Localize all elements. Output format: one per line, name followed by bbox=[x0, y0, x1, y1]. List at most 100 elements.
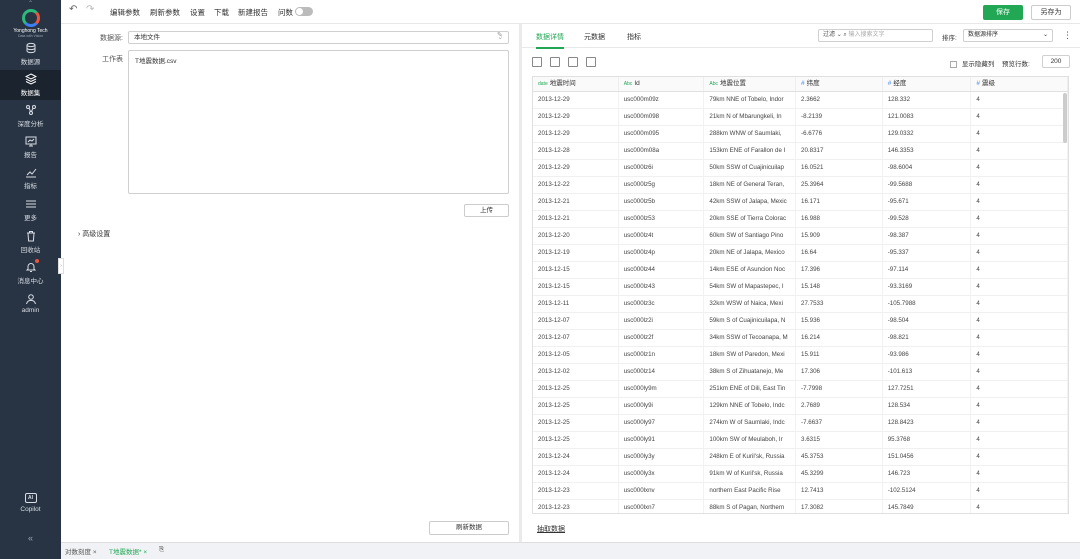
extract-data-link[interactable]: 抽取数据 bbox=[537, 524, 565, 534]
table-row[interactable]: 2013-12-02 usc000lz14 38km S of Zihuatanej… bbox=[533, 364, 1068, 381]
table-row[interactable]: 2013-12-23 usc000lxnv northern East Pacifi… bbox=[533, 483, 1068, 500]
table-row[interactable]: 2013-12-05 usc000lz1n 18km SW of Paredon, … bbox=[533, 347, 1068, 364]
column-header[interactable]: Abc Id bbox=[619, 77, 705, 91]
upload-button[interactable]: 上传 bbox=[464, 204, 509, 217]
close-icon[interactable]: × bbox=[143, 549, 147, 556]
collapse-panel-handle[interactable]: › bbox=[58, 258, 64, 274]
table-cell: 20km NE of Jalapa, Mexico bbox=[704, 245, 797, 261]
table-row[interactable]: 2013-12-21 usc000lz5b 42km SSW of Jalapa, … bbox=[533, 194, 1068, 211]
sidebar-item-datasource[interactable]: 数据源 bbox=[0, 39, 61, 69]
columns-icon[interactable] bbox=[549, 57, 560, 67]
new-report-button[interactable]: 新建报告 bbox=[238, 7, 268, 18]
table-row[interactable]: 2013-12-25 usc000ly97 274km W of Saumlaki,… bbox=[533, 415, 1068, 432]
sidebar-item-report[interactable]: 报告 bbox=[0, 132, 61, 162]
table-cell: 4 bbox=[971, 415, 1068, 431]
table-body: 2013-12-29 usc000m09z 79km NNE of Tobelo, … bbox=[533, 92, 1068, 513]
table-row[interactable]: 2013-12-24 usc000ly3y 248km E of Kuril'sk,… bbox=[533, 449, 1068, 466]
more-options-icon[interactable]: ⋮ bbox=[1063, 30, 1072, 41]
sidebar-item-messages[interactable]: 消息中心 bbox=[0, 258, 61, 288]
bottom-tab-label: 对数刻度 bbox=[65, 549, 91, 556]
filter-search[interactable]: 过滤 ⌄ ⌕ 输入搜索文字 bbox=[818, 29, 933, 42]
edit-params-button[interactable]: 编辑参数 bbox=[110, 7, 140, 18]
table-row[interactable]: 2013-12-24 usc000ly3x 91km W of Kuril'sk, … bbox=[533, 466, 1068, 483]
worksheet-file[interactable]: T地震数据.csv bbox=[135, 58, 177, 65]
table-row[interactable]: 2013-12-25 usc000ly9m 251km ENE of Dili, E… bbox=[533, 381, 1068, 398]
table-cell: 4 bbox=[971, 211, 1068, 227]
sidebar-item-dataset[interactable]: 数据集 bbox=[0, 70, 61, 100]
table-row[interactable]: 2013-12-28 usc000m08a 153km ENE of Farallo… bbox=[533, 143, 1068, 160]
sidebar-item-analysis[interactable]: 深度分析 bbox=[0, 101, 61, 131]
close-icon[interactable]: × bbox=[93, 549, 97, 556]
table-row[interactable]: 2013-12-07 usc000lz2i 59km S of Cuajinicui… bbox=[533, 313, 1068, 330]
image-icon[interactable] bbox=[585, 57, 596, 67]
table-row[interactable]: 2013-12-23 usc000lxn7 88km S of Pagan, Nor… bbox=[533, 500, 1068, 513]
column-header[interactable]: # 震级 bbox=[971, 77, 1068, 91]
chevron-right-icon: › bbox=[78, 231, 81, 238]
datasource-select[interactable]: 本地文件 ⌄ bbox=[128, 31, 509, 44]
table-cell: 2013-12-07 bbox=[533, 330, 619, 346]
tab-data-details[interactable]: 数据详情 bbox=[536, 32, 564, 49]
ask-data-toggle[interactable] bbox=[295, 7, 313, 16]
table-cell: -105.7988 bbox=[883, 296, 972, 312]
refresh-params-button[interactable]: 刷新参数 bbox=[150, 7, 180, 18]
save-button[interactable]: 保存 bbox=[983, 5, 1023, 20]
chevron-up-icon[interactable]: ⌃ bbox=[0, 0, 61, 7]
table-scrollbar[interactable] bbox=[1063, 93, 1067, 143]
table-row[interactable]: 2013-12-22 usc000lz5g 18km NE of General T… bbox=[533, 177, 1068, 194]
refresh-data-button[interactable]: 刷新数据 bbox=[429, 521, 509, 535]
sidebar-item-user[interactable]: admin bbox=[0, 290, 61, 320]
show-hidden-columns[interactable]: 显示隐藏列 bbox=[950, 58, 994, 68]
save-as-button[interactable]: 另存为 bbox=[1031, 5, 1071, 20]
table-cell: usc000lz4t bbox=[619, 228, 705, 244]
tab-metrics[interactable]: 指标 bbox=[627, 32, 641, 42]
table-row[interactable]: 2013-12-11 usc000lz3c 32km WSW of Naica, M… bbox=[533, 296, 1068, 313]
table-row[interactable]: 2013-12-15 usc000lz43 54km SW of Mapastepe… bbox=[533, 279, 1068, 296]
sort-select[interactable]: 数据源排序 ⌄ bbox=[963, 29, 1053, 42]
table-row[interactable]: 2013-12-07 usc000lz2f 34km SSW of Tecoanap… bbox=[533, 330, 1068, 347]
table-cell: 2013-12-28 bbox=[533, 143, 619, 159]
preview-rows-input[interactable]: 200 bbox=[1042, 55, 1070, 68]
refresh-icon[interactable] bbox=[567, 57, 578, 67]
column-header[interactable]: # 经度 bbox=[883, 77, 972, 91]
table-cell: 2013-12-21 bbox=[533, 194, 619, 210]
filter-icon[interactable] bbox=[532, 57, 542, 67]
table-row[interactable]: 2013-12-15 usc000lz44 14km ESE of Asuncion… bbox=[533, 262, 1068, 279]
sidebar-item-metric[interactable]: 指标 bbox=[0, 163, 61, 193]
table-row[interactable]: 2013-12-20 usc000lz4t 60km SW of Santiago … bbox=[533, 228, 1068, 245]
column-header[interactable]: # 纬度 bbox=[796, 77, 883, 91]
edit-icon[interactable]: ✎ bbox=[497, 31, 509, 43]
sidebar-item-more[interactable]: 更多 bbox=[0, 195, 61, 225]
table-row[interactable]: 2013-12-29 usc000m098 21km N of Mbarungkel… bbox=[533, 109, 1068, 126]
column-header-label: 经度 bbox=[893, 80, 907, 87]
settings-button[interactable]: 设置 bbox=[190, 7, 205, 18]
column-header[interactable]: date 地震时间 bbox=[533, 77, 619, 91]
undo-icon[interactable]: ↶ bbox=[69, 4, 77, 15]
add-tab-icon[interactable]: ⎘ bbox=[159, 546, 164, 554]
table-cell: usc000lz3c bbox=[619, 296, 705, 312]
worksheet-list[interactable]: T地震数据.csv bbox=[128, 50, 509, 194]
table-row[interactable]: 2013-12-25 usc000ly91 100km SW of Meulaboh… bbox=[533, 432, 1068, 449]
tab-metadata[interactable]: 元数据 bbox=[584, 32, 605, 42]
number-type-icon: # bbox=[976, 80, 980, 87]
filter-select[interactable]: 过滤 bbox=[823, 32, 835, 38]
search-input[interactable]: 输入搜索文字 bbox=[848, 32, 884, 38]
download-button[interactable]: 下载 bbox=[214, 7, 229, 18]
table-cell: 38km S of Zihuatanejo, Me bbox=[704, 364, 797, 380]
redo-icon[interactable]: ↷ bbox=[86, 4, 94, 15]
table-row[interactable]: 2013-12-25 usc000ly9i 129km NNE of Tobelo,… bbox=[533, 398, 1068, 415]
collapse-sidebar-icon[interactable]: « bbox=[0, 533, 61, 543]
show-hidden-checkbox[interactable] bbox=[950, 60, 957, 68]
sidebar-item-trash[interactable]: 回收站 bbox=[0, 227, 61, 257]
copilot-button[interactable]: AI Copilot bbox=[0, 493, 61, 513]
table-cell: 2013-12-29 bbox=[533, 92, 619, 108]
bottom-tab-log-scale[interactable]: 对数刻度 × bbox=[65, 546, 97, 556]
bottom-tab-earthquake-data[interactable]: T地震数据* × bbox=[109, 546, 147, 556]
table-row[interactable]: 2013-12-19 usc000lz4p 20km NE of Jalapa, M… bbox=[533, 245, 1068, 262]
table-row[interactable]: 2013-12-29 usc000m095 288km WNW of Saumlak… bbox=[533, 126, 1068, 143]
table-row[interactable]: 2013-12-29 usc000lz6i 50km SSW of Cuajinic… bbox=[533, 160, 1068, 177]
column-header[interactable]: Abc 地震位置 bbox=[704, 77, 797, 91]
table-cell: 2013-12-24 bbox=[533, 466, 619, 482]
table-row[interactable]: 2013-12-21 usc000lz53 20km SSE of Tierra C… bbox=[533, 211, 1068, 228]
advanced-settings-toggle[interactable]: › 高级设置 bbox=[78, 229, 110, 239]
table-row[interactable]: 2013-12-29 usc000m09z 79km NNE of Tobelo, … bbox=[533, 92, 1068, 109]
